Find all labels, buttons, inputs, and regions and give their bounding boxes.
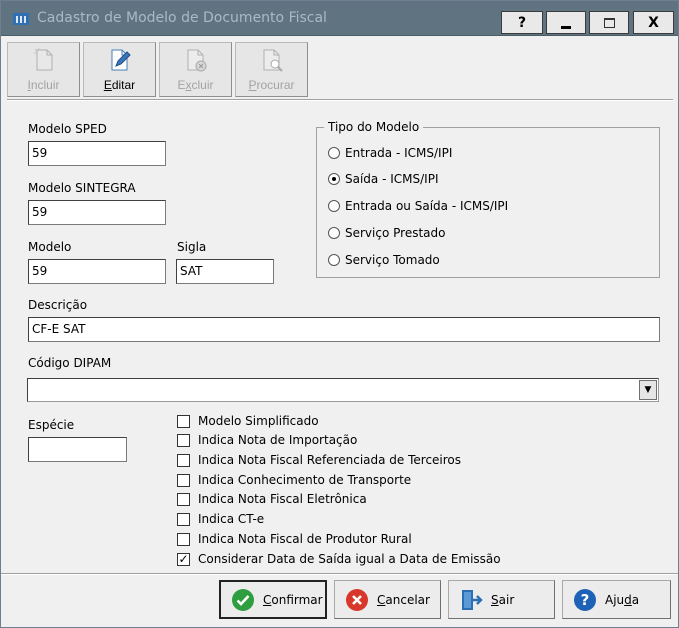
modelo-sped-label: Modelo SPED [28,122,107,136]
codigo-dipam-select[interactable]: ▼ [27,378,659,402]
excluir-button[interactable]: Excluir [159,42,232,97]
exit-door-icon [462,589,483,610]
checkbox-indicator [177,433,190,447]
checkbox-indicator [177,414,190,428]
bottom-divider [1,573,678,575]
procurar-label: Procurar [248,78,295,92]
radio-indicator [328,254,340,266]
cancelar-label: Cancelar [377,592,430,607]
incluir-label: Incluir [27,78,60,92]
modelo-label: Modelo [28,240,72,254]
codigo-dipam-label: Código DIPAM [28,356,112,370]
checkbox-indicator [177,492,190,506]
ajuda-button[interactable]: ? Ajuda [562,580,671,619]
check-circle-icon [232,588,254,611]
modelo-sped-input[interactable]: 59 [28,141,166,166]
excluir-label: Excluir [177,78,214,92]
checkmark-icon: ✓ [177,551,190,566]
editar-label: Editar [103,78,136,92]
radio-saida-icms-ipi[interactable]: Saída - ICMS/IPI [328,172,438,186]
confirmar-label: Confirmar [263,592,323,607]
maximize-icon [603,17,615,28]
cancel-circle-icon [346,588,368,611]
radio-indicator [328,200,340,212]
toolbar: Incluir Editar Excluir Procurar [7,42,671,99]
descricao-label: Descrição [28,298,88,312]
incluir-button[interactable]: Incluir [7,42,80,97]
checkbox-indicator [177,532,190,546]
title-bar[interactable]: Cadastro de Modelo de Documento Fiscal ?… [1,1,678,36]
minimize-icon [561,26,571,29]
checkbox-indicator [177,453,190,467]
checkbox-nf-produtor-rural[interactable]: Indica Nota Fiscal de Produtor Rural [177,532,412,546]
window-title: Cadastro de Modelo de Documento Fiscal [37,10,327,26]
confirmar-button[interactable]: Confirmar [219,580,327,619]
search-document-icon [263,49,283,72]
toolbar-divider [7,99,673,101]
radio-servico-prestado[interactable]: Serviço Prestado [328,226,445,240]
especie-label: Espécie [28,418,75,432]
modelo-sintegra-label: Modelo SINTEGRA [28,181,136,195]
checkbox-indicator [177,512,190,526]
help-circle-icon: ? [574,588,596,611]
modelo-sintegra-input[interactable]: 59 [28,200,166,225]
dialog-window: Cadastro de Modelo de Documento Fiscal ?… [0,0,679,628]
close-icon: X [648,14,659,31]
new-document-icon [34,47,53,71]
maximize-button[interactable] [589,11,629,34]
descricao-input[interactable]: CF-E SAT [28,317,660,342]
svg-text:?: ? [581,591,590,609]
question-mark-icon: ? [517,14,527,31]
help-title-button[interactable]: ? [501,11,543,34]
checkbox-nf-referenciada-terceiros[interactable]: Indica Nota Fiscal Referenciada de Terce… [177,453,461,467]
checkbox-conhecimento-transporte[interactable]: Indica Conhecimento de Transporte [177,473,411,487]
minimize-button[interactable] [546,11,586,34]
app-logo-icon [13,13,29,25]
ajuda-label: Ajuda [605,592,640,607]
sigla-input[interactable]: SAT [176,259,274,284]
tipo-modelo-title: Tipo do Modelo [324,120,424,134]
radio-indicator-selected [328,173,340,185]
checkbox-indicator [177,473,190,487]
close-button[interactable]: X [633,11,674,34]
checkbox-data-saida-emissao[interactable]: ✓ Considerar Data de Saída igual a Data … [177,552,501,566]
dropdown-button[interactable]: ▼ [639,380,657,400]
checkbox-ct-e[interactable]: Indica CT-e [177,512,264,526]
procurar-button[interactable]: Procurar [235,42,308,97]
checkbox-modelo-simplificado[interactable]: Modelo Simplificado [177,414,319,428]
checkbox-nf-eletronica[interactable]: Indica Nota Fiscal Eletrônica [177,492,367,506]
edit-document-icon [111,49,131,71]
sair-label: Sair [491,592,515,607]
radio-indicator [328,227,340,239]
chevron-down-icon: ▼ [644,385,652,395]
especie-input[interactable] [28,437,127,462]
checkbox-nota-importacao[interactable]: Indica Nota de Importação [177,433,357,447]
cancelar-button[interactable]: Cancelar [334,580,441,619]
editar-button[interactable]: Editar [83,42,156,97]
radio-indicator [328,147,340,159]
sigla-label: Sigla [177,240,207,254]
radio-servico-tomado[interactable]: Serviço Tomado [328,253,440,267]
modelo-input[interactable]: 59 [28,259,166,284]
radio-entrada-ou-saida[interactable]: Entrada ou Saída - ICMS/IPI [328,199,508,213]
sair-button[interactable]: Sair [448,580,555,619]
radio-entrada-icms-ipi[interactable]: Entrada - ICMS/IPI [328,146,452,160]
delete-document-icon [187,49,207,72]
